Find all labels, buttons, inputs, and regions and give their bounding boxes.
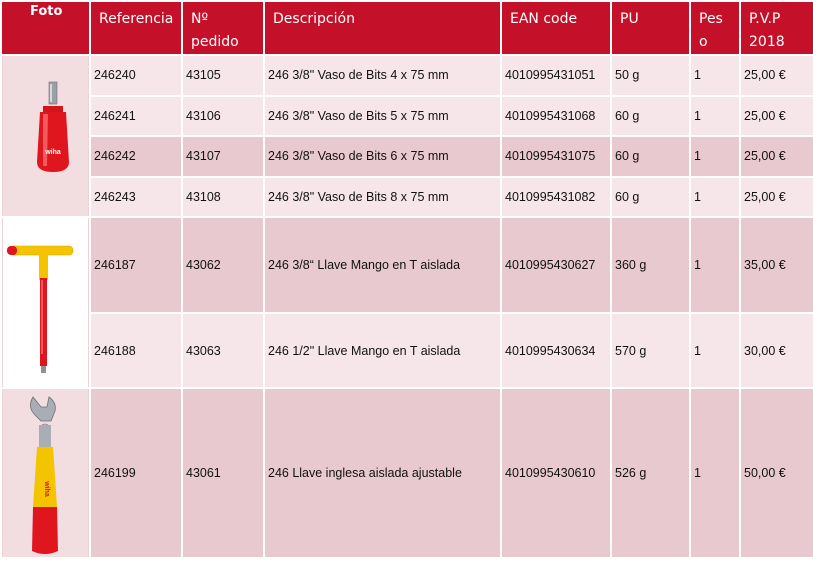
product-table: Foto Referencia Nº pedido Descripción EAN… xyxy=(0,0,813,559)
pvp-cell: 25,00 € xyxy=(741,96,813,135)
ean-cell: 4010995430627 xyxy=(502,218,610,313)
table-row: 246241 43106 246 3/8" Vaso de Bits 5 x 7… xyxy=(2,96,813,135)
table-row: 246187 43062 246 3/8“ Llave Mango en T a… xyxy=(2,218,813,387)
ean-cell: 4010995431051 xyxy=(502,56,610,95)
product-image-t-handle xyxy=(2,218,89,387)
ref-cell: 246199 xyxy=(91,389,181,557)
table-row: 246242 43107 246 3/8" Vaso de Bits 6 x 7… xyxy=(2,137,813,176)
table-row: 246243 43108 246 3/8" Vaso de Bits 8 x 7… xyxy=(2,177,813,216)
pvp-cell: 50,00 € xyxy=(741,389,813,557)
table-row: wiha 246240 43105 246 3/8" Vaso de Bits … xyxy=(2,56,813,216)
pu-cell: 360 g xyxy=(612,218,689,313)
header-peso: Pes o xyxy=(691,2,739,54)
pu-cell: 50 g xyxy=(612,56,689,95)
header-pvp-line1: P.V.P xyxy=(749,11,781,27)
header-descripcion: Descripción xyxy=(265,2,500,54)
header-pvp: P.V.P 2018 xyxy=(741,2,813,54)
ref-cell: 246188 xyxy=(91,314,181,387)
header-peso-line1: Pes xyxy=(699,11,723,27)
pvp-cell: 25,00 € xyxy=(741,137,813,176)
pvp-cell: 35,00 € xyxy=(741,218,813,313)
wiha-logo: wiha xyxy=(44,149,61,156)
ref-cell: 246240 xyxy=(91,56,181,95)
product-image-adjustable-wrench: wiha xyxy=(2,389,89,557)
peso-cell: 1 xyxy=(691,218,739,313)
header-pedido-line2: pedido xyxy=(191,34,239,50)
pedido-cell: 43106 xyxy=(183,96,263,135)
pvp-cell: 30,00 € xyxy=(741,314,813,387)
pedido-cell: 43105 xyxy=(183,56,263,95)
peso-cell: 1 xyxy=(691,389,739,557)
table-row: wiha 246199 43061 246 Llave inglesa aisl… xyxy=(2,389,813,557)
header-referencia: Referencia xyxy=(91,2,181,54)
header-pedido: Nº pedido xyxy=(183,2,263,54)
pu-cell: 60 g xyxy=(612,137,689,176)
ean-cell: 4010995431068 xyxy=(502,96,610,135)
wiha-logo: wiha xyxy=(43,480,50,497)
pedido-cell: 43107 xyxy=(183,137,263,176)
ref-cell: 246242 xyxy=(91,137,181,176)
ean-cell: 4010995431075 xyxy=(502,137,610,176)
pu-cell: 60 g xyxy=(612,96,689,135)
pu-cell: 570 g xyxy=(612,314,689,387)
peso-cell: 1 xyxy=(691,177,739,216)
pedido-cell: 43063 xyxy=(183,314,263,387)
table-row: 246188 43063 246 1/2" Llave Mango en T a… xyxy=(2,314,813,387)
pvp-cell: 25,00 € xyxy=(741,177,813,216)
t-handle-wrench-icon xyxy=(3,218,88,387)
pedido-cell: 43108 xyxy=(183,177,263,216)
ean-cell: 4010995431082 xyxy=(502,177,610,216)
desc-cell: 246 Llave inglesa aislada ajustable xyxy=(265,389,500,557)
header-pu: PU xyxy=(612,2,689,54)
peso-cell: 1 xyxy=(691,56,739,95)
desc-cell: 246 1/2" Llave Mango en T aislada xyxy=(265,314,500,387)
insulated-socket-icon: wiha xyxy=(3,56,88,216)
header-ean: EAN code xyxy=(502,2,610,54)
desc-cell: 246 3/8" Vaso de Bits 5 x 75 mm xyxy=(265,96,500,135)
ref-cell: 246243 xyxy=(91,177,181,216)
ean-cell: 4010995430610 xyxy=(502,389,610,557)
product-image-socket: wiha xyxy=(2,56,89,216)
peso-cell: 1 xyxy=(691,96,739,135)
desc-cell: 246 3/8" Vaso de Bits 6 x 75 mm xyxy=(265,137,500,176)
adjustable-wrench-icon: wiha xyxy=(3,389,88,557)
pedido-cell: 43061 xyxy=(183,389,263,557)
peso-cell: 1 xyxy=(691,314,739,387)
header-foto: Foto xyxy=(2,2,89,54)
peso-cell: 1 xyxy=(691,137,739,176)
desc-cell: 246 3/8" Vaso de Bits 8 x 75 mm xyxy=(265,177,500,216)
pu-cell: 526 g xyxy=(612,389,689,557)
pvp-cell: 25,00 € xyxy=(741,56,813,95)
header-pedido-line1: Nº xyxy=(191,11,209,27)
ean-cell: 4010995430634 xyxy=(502,314,610,387)
header-row: Foto Referencia Nº pedido Descripción EAN… xyxy=(2,2,813,54)
pedido-cell: 43062 xyxy=(183,218,263,313)
ref-cell: 246241 xyxy=(91,96,181,135)
pu-cell: 60 g xyxy=(612,177,689,216)
header-pvp-line2: 2018 xyxy=(749,34,785,50)
header-peso-line2: o xyxy=(699,34,708,50)
desc-cell: 246 3/8“ Llave Mango en T aislada xyxy=(265,218,500,313)
ref-cell: 246187 xyxy=(91,218,181,313)
desc-cell: 246 3/8" Vaso de Bits 4 x 75 mm xyxy=(265,56,500,95)
